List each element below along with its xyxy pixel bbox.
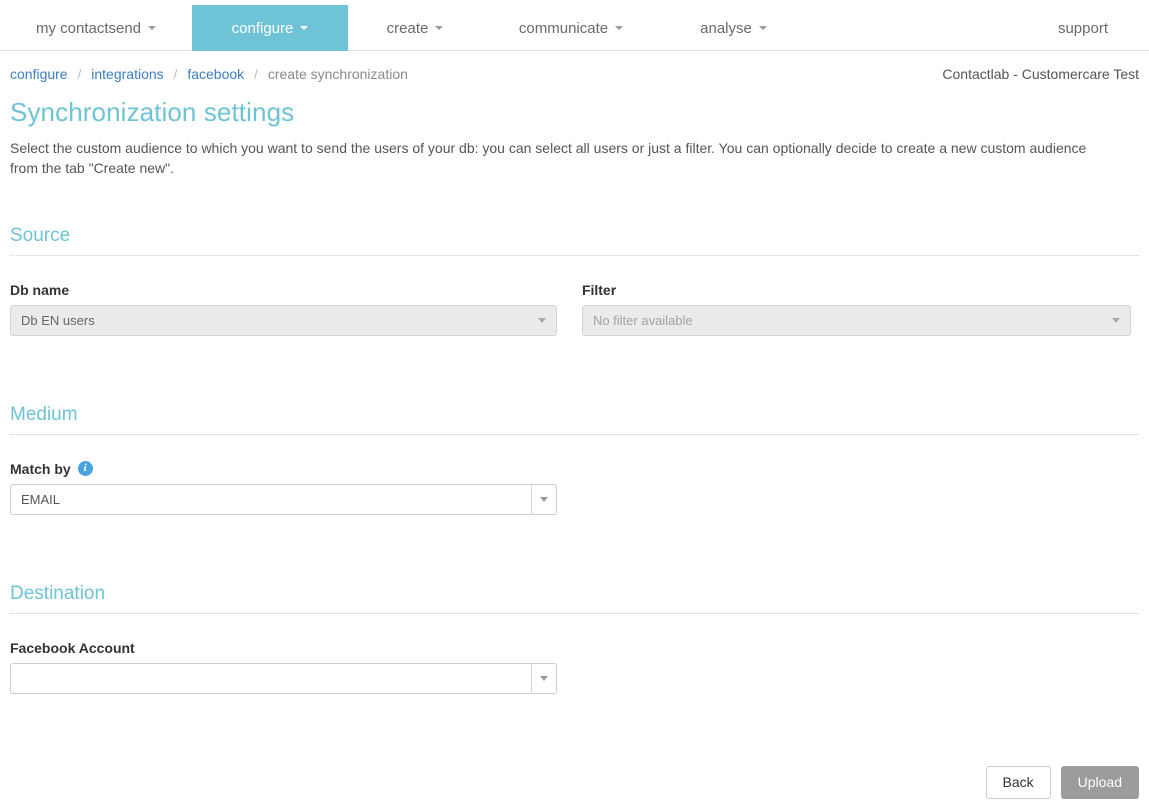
breadcrumb-item-facebook[interactable]: facebook [187,66,244,82]
facebook-account-label: Facebook Account [10,639,135,656]
chevron-down-icon [758,26,767,30]
facebook-account-select[interactable] [10,662,557,694]
breadcrumb-item-current: create synchronization [267,66,408,82]
match-by-label: Match by i [10,461,1139,477]
nav-item-create[interactable]: create [348,5,482,51]
source-fields-row: Db name Db EN users Filter No filter ava… [10,282,1139,336]
section-medium: Medium Match by i EMAIL [10,404,1139,515]
facebook-account-value[interactable] [11,664,531,693]
section-title-medium: Medium [10,403,78,425]
section-divider [10,612,1139,614]
filter-value: No filter available [592,312,693,328]
back-button[interactable]: Back [985,766,1051,799]
breadcrumb-row: configure / integrations / facebook / cr… [10,51,1139,82]
page-title: Synchronization settings [10,97,295,127]
nav-item-my-contactsend[interactable]: my contactsend [0,5,192,51]
section-destination: Destination Facebook Account [10,583,1139,694]
chevron-down-icon [435,26,444,30]
breadcrumb-separator: / [77,66,82,82]
info-icon[interactable]: i [77,461,93,477]
chevron-down-icon [540,675,548,681]
chevron-down-icon [1111,318,1120,324]
nav-item-label: communicate [518,19,609,37]
nav-item-support[interactable]: support [1017,5,1149,51]
db-name-field: Db name Db EN users [10,282,582,336]
nav-item-label: my contactsend [35,19,142,37]
page-content: configure / integrations / facebook / cr… [0,51,1149,694]
section-divider [10,254,1139,256]
upload-button[interactable]: Upload [1060,766,1139,799]
chevron-down-icon [300,26,309,30]
footer-actions: Back Upload [985,766,1139,799]
breadcrumb: configure / integrations / facebook / cr… [10,66,408,82]
section-title-destination: Destination [10,582,106,604]
breadcrumb-separator: / [254,66,258,82]
section-source: Source Db name Db EN users Filter No fil… [10,225,1139,336]
nav-item-label: create [386,19,429,37]
breadcrumb-item-integrations[interactable]: integrations [91,66,163,82]
nav-item-analyse[interactable]: analyse [660,5,807,51]
nav-item-label: analyse [700,19,752,37]
chevron-down-icon [540,496,548,502]
filter-select[interactable]: No filter available [581,304,1131,336]
match-by-value[interactable]: EMAIL [11,485,531,514]
breadcrumb-separator: / [173,66,178,82]
db-name-value: Db EN users [21,312,95,328]
facebook-account-field: Facebook Account [10,640,1139,694]
match-by-label-text: Match by [10,460,71,477]
match-by-dropdown-button[interactable] [531,484,556,514]
match-by-field: Match by i EMAIL [10,461,1139,515]
chevron-down-icon [615,26,624,30]
match-by-select[interactable]: EMAIL [10,483,557,515]
main-navbar: my contactsend configure create communic… [0,0,1149,51]
chevron-down-icon [148,26,157,30]
facebook-account-dropdown-button[interactable] [531,663,556,693]
account-name: Contactlab - Customercare Test [942,66,1139,82]
filter-field: Filter No filter available [581,281,1139,336]
nav-item-label: support [1057,19,1109,37]
chevron-down-icon [538,318,546,324]
nav-item-label: configure [231,19,294,37]
db-name-select[interactable]: Db EN users [10,304,557,336]
filter-label: Filter [581,281,617,298]
page-description: Select the custom audience to which you … [10,140,1087,177]
navbar-items: my contactsend configure create communic… [0,5,807,51]
nav-item-configure[interactable]: configure [192,5,348,51]
section-title-source: Source [10,224,71,246]
breadcrumb-item-configure[interactable]: configure [10,66,68,82]
section-divider [10,433,1139,435]
nav-item-communicate[interactable]: communicate [482,5,660,51]
db-name-label: Db name [10,281,70,298]
